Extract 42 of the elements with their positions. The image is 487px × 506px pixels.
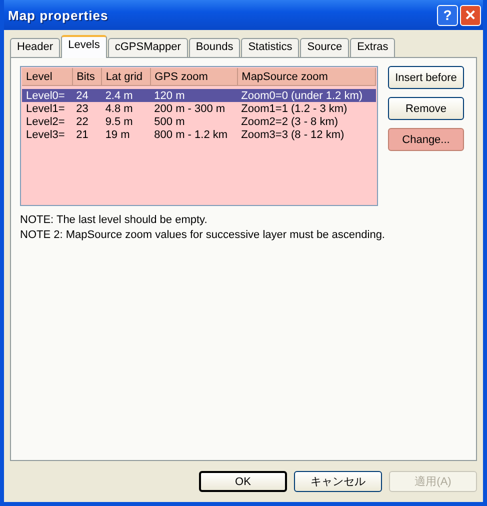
tab[interactable]: Bounds bbox=[188, 38, 240, 57]
column-header[interactable]: GPS zoom bbox=[150, 68, 238, 86]
tab[interactable]: Header bbox=[10, 38, 60, 57]
table-cell: 2.4 m bbox=[101, 89, 150, 102]
table-cell-text: 22 bbox=[75, 115, 90, 128]
table-cell-text: 19 m bbox=[104, 128, 131, 141]
table-cell-text: 9.5 m bbox=[104, 115, 134, 128]
table-cell-text: 800 m - 1.2 km bbox=[153, 128, 229, 141]
table-cell: 23 bbox=[72, 102, 102, 115]
column-header[interactable]: MapSource zoom bbox=[237, 68, 376, 86]
table-cell: Level0= bbox=[22, 89, 72, 102]
table-cell: 120 m bbox=[150, 89, 238, 102]
action-button[interactable]: Insert before bbox=[388, 66, 464, 89]
table-cell: Level1= bbox=[22, 102, 72, 115]
dialog-button[interactable]: キャンセル bbox=[294, 471, 382, 492]
column-header[interactable]: Lat grid bbox=[101, 68, 150, 86]
dialog-button[interactable]: OK bbox=[199, 471, 287, 492]
note-text: NOTE 2: MapSource zoom values for successive layer must be ascending. bbox=[20, 229, 386, 241]
action-button[interactable]: Remove bbox=[388, 97, 464, 120]
table-cell: 24 bbox=[72, 89, 102, 102]
help-button[interactable]: ? bbox=[437, 4, 458, 26]
window-title: Map properties bbox=[8, 8, 110, 22]
table-cell: 4.8 m bbox=[101, 102, 150, 115]
table-cell-text: Zoom3=3 (8 - 12 km) bbox=[240, 128, 346, 141]
table-cell-text: 500 m bbox=[153, 115, 186, 128]
table-cell: Zoom0=0 (under 1.2 km) bbox=[237, 89, 376, 102]
table-cell: 200 m - 300 m bbox=[150, 102, 238, 115]
close-button[interactable]: ✕ bbox=[460, 4, 481, 26]
tab[interactable]: Statistics bbox=[241, 38, 300, 57]
action-button[interactable]: Change... bbox=[388, 128, 464, 151]
note-text: NOTE: The last level should be empty. bbox=[20, 214, 208, 226]
tab[interactable]: Extras bbox=[350, 38, 396, 57]
column-header[interactable]: Level bbox=[22, 68, 72, 86]
tab[interactable]: cGPSMapper bbox=[108, 38, 188, 57]
column-header[interactable]: Bits bbox=[72, 68, 102, 86]
table-cell-text: Zoom2=2 (3 - 8 km) bbox=[240, 115, 340, 128]
tab[interactable]: Levels bbox=[61, 35, 107, 58]
table-cell: Zoom1=1 (1.2 - 3 km) bbox=[237, 102, 376, 115]
table-cell-text: 21 bbox=[75, 128, 90, 141]
table-cell-text: Level2= bbox=[25, 115, 66, 128]
tab[interactable]: Source bbox=[300, 38, 350, 57]
table-cell-text: Level3= bbox=[25, 128, 66, 141]
